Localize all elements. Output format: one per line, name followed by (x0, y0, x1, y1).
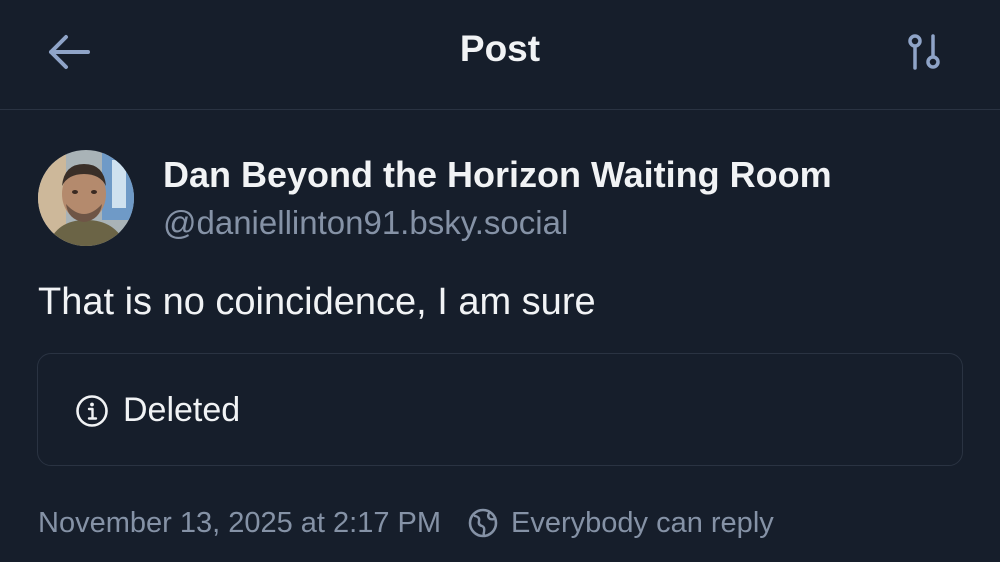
reply-setting-button[interactable]: Everybody can reply (467, 507, 774, 540)
top-bar: Post (0, 0, 1000, 110)
thread-settings-button[interactable] (902, 30, 948, 74)
info-icon (76, 395, 108, 427)
post-timestamp: November 13, 2025 at 2:17 PM (38, 506, 442, 539)
reply-setting-label: Everybody can reply (511, 506, 774, 539)
avatar[interactable] (38, 150, 134, 246)
quoted-post-deleted[interactable]: Deleted (37, 353, 963, 466)
sliders-icon (908, 34, 940, 70)
avatar-photo (38, 150, 134, 246)
author-handle[interactable]: @daniellinton91.bsky.social (163, 204, 568, 242)
deleted-label: Deleted (123, 391, 241, 429)
globe-icon (468, 508, 498, 538)
page-title: Post (459, 28, 541, 69)
author-display-name[interactable]: Dan Beyond the Horizon Waiting Room (163, 154, 832, 196)
post-meta: November 13, 2025 at 2:17 PM Everybody c… (38, 505, 774, 541)
post-text: That is no coincidence, I am sure (38, 281, 596, 323)
